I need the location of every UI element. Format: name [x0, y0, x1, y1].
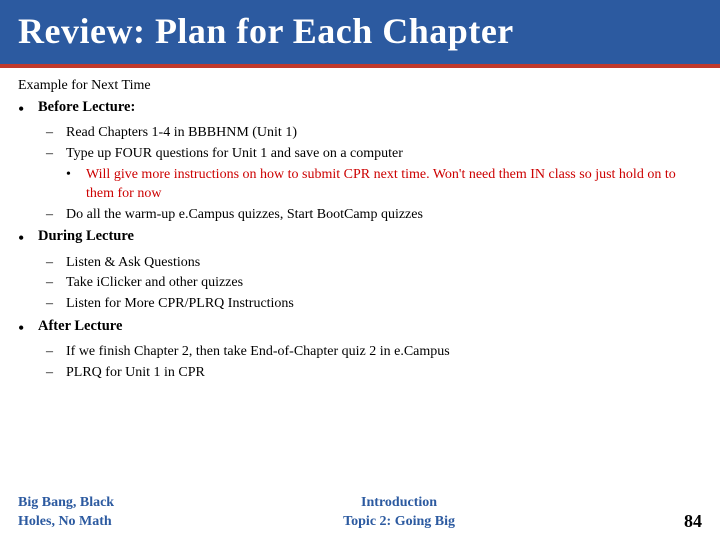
list-item: – Listen & Ask Questions	[46, 253, 702, 273]
bullet-dot-after: •	[18, 317, 36, 340]
sub-item-text: Read Chapters 1-4 in BBBHNM (Unit 1)	[66, 123, 297, 143]
after-lecture-label: After Lecture	[38, 317, 122, 337]
main-content: Example for Next Time • Before Lecture: …	[0, 68, 720, 393]
bullet-dot-before: •	[18, 98, 36, 121]
footer-page-number: 84	[684, 511, 702, 532]
list-item: – Do all the warm-up e.Campus quizzes, S…	[46, 205, 702, 225]
footer-center-line1: Introduction	[343, 493, 455, 513]
footer: Big Bang, Black Holes, No Math Introduct…	[0, 493, 720, 532]
footer-left: Big Bang, Black Holes, No Math	[18, 493, 114, 532]
footer-left-line2: Holes, No Math	[18, 512, 114, 532]
before-lecture-label: Before Lecture:	[38, 98, 135, 118]
list-item: – Listen for More CPR/PLRQ Instructions	[46, 294, 702, 314]
before-lecture-subitems: – Read Chapters 1-4 in BBBHNM (Unit 1) –…	[46, 123, 702, 224]
main-bullet-during: • During Lecture	[18, 227, 702, 250]
main-bullet-after: • After Lecture	[18, 317, 702, 340]
sub-bullet-icon: •	[66, 165, 82, 185]
red-instruction-text: Will give more instructions on how to su…	[86, 165, 702, 204]
sub-item-text: If we finish Chapter 2, then take End-of…	[66, 342, 450, 362]
dash-icon: –	[46, 144, 62, 164]
during-lecture-label: During Lecture	[38, 227, 134, 247]
sub-item-text: Type up FOUR questions for Unit 1 and sa…	[66, 144, 403, 164]
dash-icon: –	[46, 273, 62, 293]
main-bullet-before: • Before Lecture:	[18, 98, 702, 121]
list-item: – Type up FOUR questions for Unit 1 and …	[46, 144, 702, 164]
sub-item-text: PLRQ for Unit 1 in CPR	[66, 363, 205, 383]
dash-icon: –	[46, 253, 62, 273]
sub-item-text: Take iClicker and other quizzes	[66, 273, 243, 293]
example-label: Example for Next Time	[18, 78, 702, 94]
list-item: – If we finish Chapter 2, then take End-…	[46, 342, 702, 362]
sub-item-text: Listen & Ask Questions	[66, 253, 200, 273]
dash-icon: –	[46, 123, 62, 143]
section-after-lecture: • After Lecture – If we finish Chapter 2…	[18, 317, 702, 383]
header: Review: Plan for Each Chapter	[0, 0, 720, 68]
list-item: • Will give more instructions on how to …	[66, 165, 702, 204]
section-during-lecture: • During Lecture – Listen & Ask Question…	[18, 227, 702, 313]
footer-left-line1: Big Bang, Black	[18, 493, 114, 513]
list-item: – PLRQ for Unit 1 in CPR	[46, 363, 702, 383]
dash-icon: –	[46, 342, 62, 362]
dash-icon: –	[46, 205, 62, 225]
sub-item-text: Do all the warm-up e.Campus quizzes, Sta…	[66, 205, 423, 225]
after-lecture-subitems: – If we finish Chapter 2, then take End-…	[46, 342, 702, 382]
list-item: – Take iClicker and other quizzes	[46, 273, 702, 293]
during-lecture-subitems: – Listen & Ask Questions – Take iClicker…	[46, 253, 702, 314]
list-item: – Read Chapters 1-4 in BBBHNM (Unit 1)	[46, 123, 702, 143]
bullet-dot-during: •	[18, 227, 36, 250]
sub-sub-items: • Will give more instructions on how to …	[66, 165, 702, 204]
dash-icon: –	[46, 363, 62, 383]
sub-item-text: Listen for More CPR/PLRQ Instructions	[66, 294, 294, 314]
section-before-lecture: • Before Lecture: – Read Chapters 1-4 in…	[18, 98, 702, 224]
footer-center: Introduction Topic 2: Going Big	[343, 493, 455, 532]
footer-center-line2: Topic 2: Going Big	[343, 512, 455, 532]
page-title: Review: Plan for Each Chapter	[18, 10, 702, 52]
dash-icon: –	[46, 294, 62, 314]
